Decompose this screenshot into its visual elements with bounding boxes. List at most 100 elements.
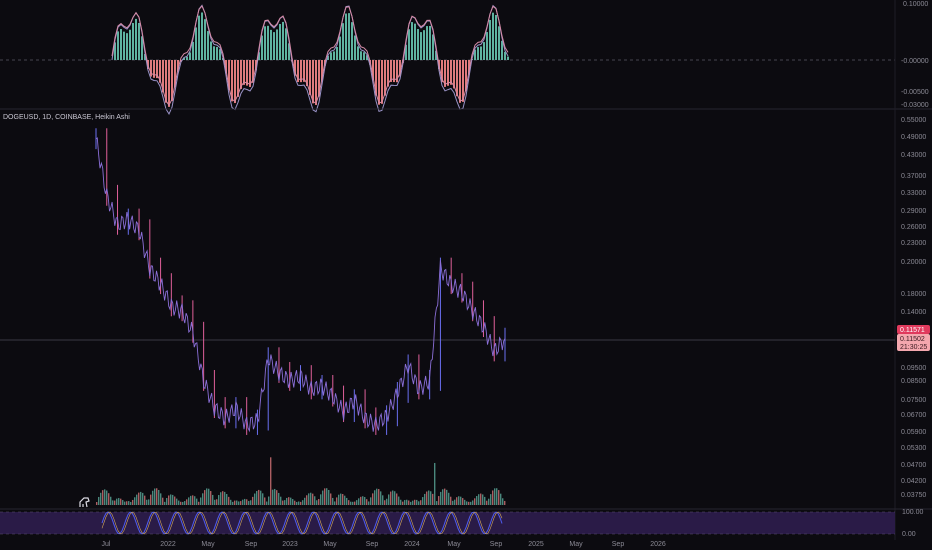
volume-bar	[406, 499, 408, 505]
volume-bar	[206, 488, 208, 505]
volume-bar	[294, 500, 296, 505]
time-label: May	[447, 541, 461, 548]
volume-bar	[296, 501, 298, 505]
volume-bar	[154, 488, 156, 505]
price-tick: 0.06700	[901, 412, 926, 419]
price-tick: 0.05300	[901, 445, 926, 452]
volume-bar	[118, 498, 120, 505]
volume-bar	[122, 500, 124, 505]
volume-bar	[268, 496, 270, 505]
volume-bar	[432, 493, 434, 505]
osc-bar	[204, 19, 206, 60]
volume-bar	[220, 492, 222, 505]
stoch-pane[interactable]: 100.00 0.00	[0, 508, 932, 538]
volume-bar	[322, 490, 324, 505]
osc-bar	[207, 31, 209, 60]
osc-bar	[117, 31, 119, 60]
osc-bar	[363, 52, 365, 60]
volume-bar	[414, 499, 416, 505]
volume-bar	[382, 495, 384, 505]
volume-bar	[226, 493, 228, 505]
volume-bar	[476, 496, 478, 505]
volume-bar	[102, 490, 104, 505]
volume-bar	[166, 498, 168, 505]
volume-bar	[496, 488, 498, 505]
volume-bar	[388, 494, 390, 505]
volume-bar	[208, 488, 210, 505]
osc-bar	[285, 28, 287, 60]
volume-bar	[254, 493, 256, 505]
volume-bar	[330, 493, 332, 505]
volume-bar	[144, 495, 146, 505]
volume-bar	[360, 496, 362, 505]
osc-bar	[492, 12, 494, 61]
volume-bar	[180, 501, 182, 505]
volume-bar	[464, 499, 466, 505]
volume-bar	[334, 501, 336, 505]
volume-bar	[148, 499, 150, 505]
osc-bar	[486, 32, 488, 60]
price-tick: 0.23000	[901, 240, 926, 247]
osc-bar	[279, 24, 281, 60]
volume-bar	[202, 493, 204, 505]
volume-bar	[286, 497, 288, 505]
osc-bar	[333, 51, 335, 60]
volume-bar	[308, 493, 310, 505]
osc-bar	[264, 26, 266, 60]
volume-bar	[456, 497, 458, 505]
time-label: May	[323, 541, 337, 548]
osc-bar	[423, 30, 425, 60]
price-tick: 0.18000	[901, 291, 926, 298]
volume-bar	[350, 501, 352, 505]
volume-bar	[318, 499, 320, 505]
time-label: 2023	[282, 541, 298, 548]
price-tick: 0.33000	[901, 190, 926, 197]
osc-bar	[447, 60, 449, 86]
volume-bar	[404, 500, 406, 505]
volume-bar	[280, 496, 282, 505]
volume-bar	[472, 500, 474, 505]
volume-bar	[440, 491, 442, 505]
volume-bar	[328, 489, 330, 505]
volume-bar	[100, 492, 102, 505]
osc-bar	[348, 13, 350, 61]
volume-bar	[428, 490, 430, 505]
volume-bar	[412, 500, 414, 505]
price-tick: 0.49000	[901, 134, 926, 141]
volume-bar	[274, 488, 276, 505]
price-tick: 0.43000	[901, 152, 926, 159]
volume-bar	[158, 489, 160, 505]
volume-bar	[448, 492, 450, 505]
price-tick: 0.07500	[901, 397, 926, 404]
volume-bar	[374, 490, 376, 505]
osc-bar	[282, 21, 284, 60]
volume-bar	[146, 499, 148, 505]
osc-bar	[495, 15, 497, 61]
volume-bar	[228, 496, 230, 505]
time-label: Sep	[612, 541, 625, 548]
volume-bar	[192, 495, 194, 505]
volume-bar	[324, 488, 326, 505]
price-tick: 0.03750	[901, 492, 926, 499]
volume-bar	[172, 494, 174, 505]
volume-bar	[252, 496, 254, 505]
volume-bar	[120, 498, 122, 505]
price-tick: 0.08500	[901, 378, 926, 385]
volume-bar	[140, 491, 142, 505]
osc-bar	[198, 15, 200, 61]
volume-bar	[164, 501, 166, 505]
osc-bar	[201, 12, 203, 61]
volume-bar	[170, 494, 172, 505]
volume-bar	[370, 497, 372, 505]
volume-bar	[150, 494, 152, 505]
volume-bar	[358, 498, 360, 505]
volume-bar	[198, 501, 200, 505]
volume-bar	[316, 500, 318, 505]
volume-bar	[498, 490, 500, 505]
price-tick: 0.04700	[901, 462, 926, 469]
volume-bar	[290, 497, 292, 505]
volume-bar	[470, 501, 472, 505]
osc-bar	[420, 32, 422, 60]
chart-root[interactable]: 0.10000 -0.00000 -0.00500 -0.03000 DOGEU…	[0, 0, 932, 550]
volume-bar	[124, 501, 126, 505]
